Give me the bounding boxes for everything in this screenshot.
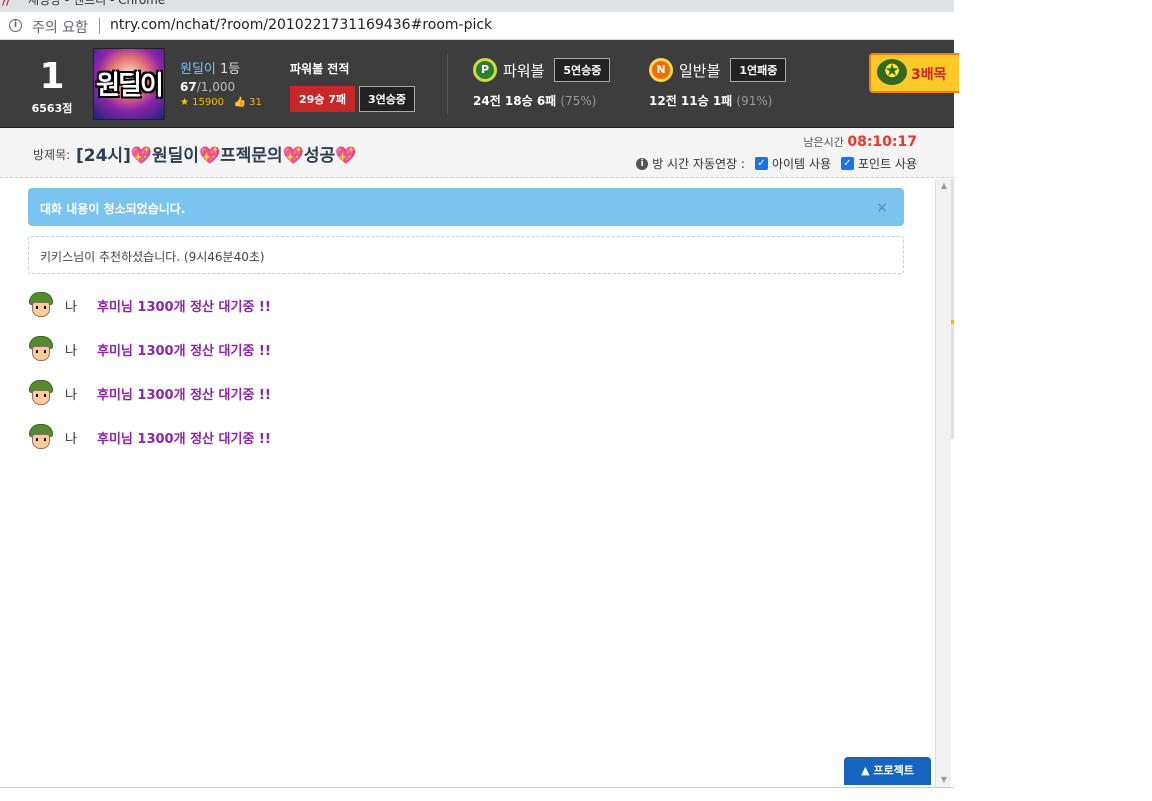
user-info: 원딜이 1등 67/1,000 ★ 15900 👍 31 (180, 58, 262, 108)
message-text: 후미님 1300개 정산 대기중 !! (97, 387, 271, 403)
info-icon[interactable]: i (9, 19, 22, 32)
powerball-block: P 파워볼 5연승중 24전 18승 6패 (75%) (473, 58, 611, 109)
soldier-avatar-icon (28, 336, 54, 362)
project-button-label: 프로젝트 (873, 764, 914, 777)
security-warning[interactable]: 주의 요함 (32, 17, 88, 37)
heart-icon: 💖 (282, 146, 304, 166)
message-sender: 나 (65, 387, 77, 403)
message-text: 후미님 1300개 정산 대기중 !! (97, 431, 271, 447)
recommend-notice: 키키스님이 추천하셨습니다. (9시46분40초) (28, 236, 904, 274)
chat-message: 나 후미님 1300개 정산 대기중 !! (28, 292, 271, 318)
timer-value: 08:10:17 (847, 134, 917, 150)
timer-label: 남은시간 (803, 136, 844, 149)
soldier-avatar-icon (28, 292, 54, 318)
powerball-stats: 24전 18승 6패 (473, 94, 557, 108)
message-text: 후미님 1300개 정산 대기중 !! (97, 343, 271, 359)
room-info-bar: 방제목: [24시]💖원딜이💖프젝문의💖성공💖 남은시간 08:10:17 i … (0, 128, 954, 178)
divider (99, 18, 100, 34)
point-use-label[interactable]: 포인트 사용 (858, 155, 917, 172)
room-options: i 방 시간 자동연장 : ✓ 아이템 사용 ✓ 포인트 사용 (636, 155, 917, 172)
divider (447, 54, 448, 114)
powerball-icon: P (473, 58, 497, 82)
powerball-name: 파워볼 (503, 61, 545, 80)
room-title-label: 방제목: (33, 148, 71, 162)
rank-points: 6563점 (31, 102, 73, 115)
url-text[interactable]: ntry.com/nchat/?room/2010221731169436#ro… (110, 17, 492, 33)
app-logo-icon: // (2, 0, 11, 8)
caret-up-icon: ▲ (861, 764, 870, 777)
chat-area: 대화 내용이 청소되었습니다. × 키키스님이 추천하셨습니다. (9시46분4… (0, 179, 935, 787)
like-count: 31 (249, 97, 262, 108)
avatar[interactable]: 원딜이 (93, 48, 165, 120)
cleared-alert-text: 대화 내용이 청소되었습니다. (40, 202, 186, 216)
help-icon[interactable]: i (636, 157, 649, 170)
record-winloss-badge: 29승 7패 (290, 86, 356, 112)
message-sender: 나 (65, 299, 77, 315)
address-bar[interactable]: i 주의 요함 ntry.com/nchat/?room/20102217311… (0, 12, 954, 40)
browser-title-bar: // 채팅방 - 엔트리 - Chrome (0, 0, 954, 12)
member-count: 67/1,000 (180, 80, 262, 94)
user-name[interactable]: 원딜이 (180, 62, 216, 77)
star-count: 15900 (192, 97, 224, 108)
member-max: /1,000 (196, 80, 236, 94)
record-title: 파워볼 전적 (290, 62, 350, 76)
normalball-name: 일반볼 (679, 61, 721, 80)
soldier-avatar-icon (28, 424, 54, 450)
close-icon[interactable]: × (876, 200, 888, 216)
soldier-avatar-icon (28, 380, 54, 406)
multiplier-label: 3배목 (911, 67, 947, 83)
scroll-up-icon[interactable]: ▲ (939, 181, 949, 191)
message-sender: 나 (65, 431, 77, 447)
message-text: 후미님 1300개 정산 대기중 !! (97, 299, 271, 315)
normalball-block: N 일반볼 1연패중 12전 11승 1패 (91%) (649, 58, 787, 109)
room-title-part: [24시] (76, 146, 131, 166)
scroll-down-icon[interactable]: ▼ (939, 775, 949, 785)
chat-message: 나 후미님 1300개 정산 대기중 !! (28, 424, 271, 450)
remaining-time: 남은시간 08:10:17 (803, 134, 917, 150)
cleared-alert: 대화 내용이 청소되었습니다. × (28, 188, 904, 226)
powerball-streak: 5연승중 (554, 58, 611, 82)
record-streak-badge: 3연승중 (359, 86, 416, 112)
room-title: [24시]💖원딜이💖프젝문의💖성공💖 (76, 141, 356, 166)
heart-icon: 💖 (335, 146, 357, 166)
heart-icon: 💖 (198, 146, 221, 166)
heart-icon: 💖 (130, 146, 153, 166)
wreath-icon: ✪ (877, 59, 907, 85)
chat-message: 나 후미님 1300개 정산 대기중 !! (28, 380, 271, 406)
normalball-pct: (91%) (736, 94, 773, 108)
room-title-part: 원딜이 (152, 146, 199, 166)
multiplier-ribbon[interactable]: ✪ 3배목 (869, 53, 959, 93)
chat-scrollbar[interactable]: ▲ ▼ (935, 179, 951, 787)
normalball-streak: 1연패중 (730, 58, 787, 82)
item-use-checkbox[interactable]: ✓ (754, 157, 768, 170)
rank-block: 1 6563점 (28, 58, 76, 116)
member-current: 67 (180, 80, 197, 94)
avatar-label: 원딜이 (96, 71, 164, 101)
normalball-stats: 12전 11승 1패 (649, 94, 733, 108)
record-block: 파워볼 전적 29승 7패 3연승중 (290, 60, 416, 112)
chat-input-edge[interactable] (0, 787, 954, 801)
powerball-pct: (75%) (560, 94, 597, 108)
normalball-icon: N (649, 58, 673, 82)
point-use-checkbox[interactable]: ✓ (840, 157, 854, 170)
user-meta: ★ 15900 👍 31 (180, 97, 262, 108)
chat-message: 나 후미님 1300개 정산 대기중 !! (28, 336, 271, 362)
side-panel-edge (951, 179, 954, 439)
user-level: 1등 (220, 62, 241, 77)
rank-number: 1 (39, 56, 65, 97)
side-panel-marker (951, 320, 954, 324)
room-title-part: 프젝문의 (220, 146, 283, 166)
browser-title: 채팅방 - 엔트리 - Chrome (28, 0, 166, 7)
star-icon: ★ (180, 97, 189, 108)
project-button[interactable]: ▲ 프로젝트 (844, 757, 931, 785)
room-header: 1 6563점 원딜이 원딜이 1등 67/1,000 ★ 15900 👍 31… (0, 40, 959, 128)
auto-extend-label: 방 시간 자동연장 : (652, 157, 745, 171)
message-sender: 나 (65, 343, 77, 359)
thumbs-up-icon: 👍 (233, 97, 246, 108)
item-use-label[interactable]: 아이템 사용 (772, 155, 831, 172)
room-title-part: 성공 (303, 146, 336, 166)
